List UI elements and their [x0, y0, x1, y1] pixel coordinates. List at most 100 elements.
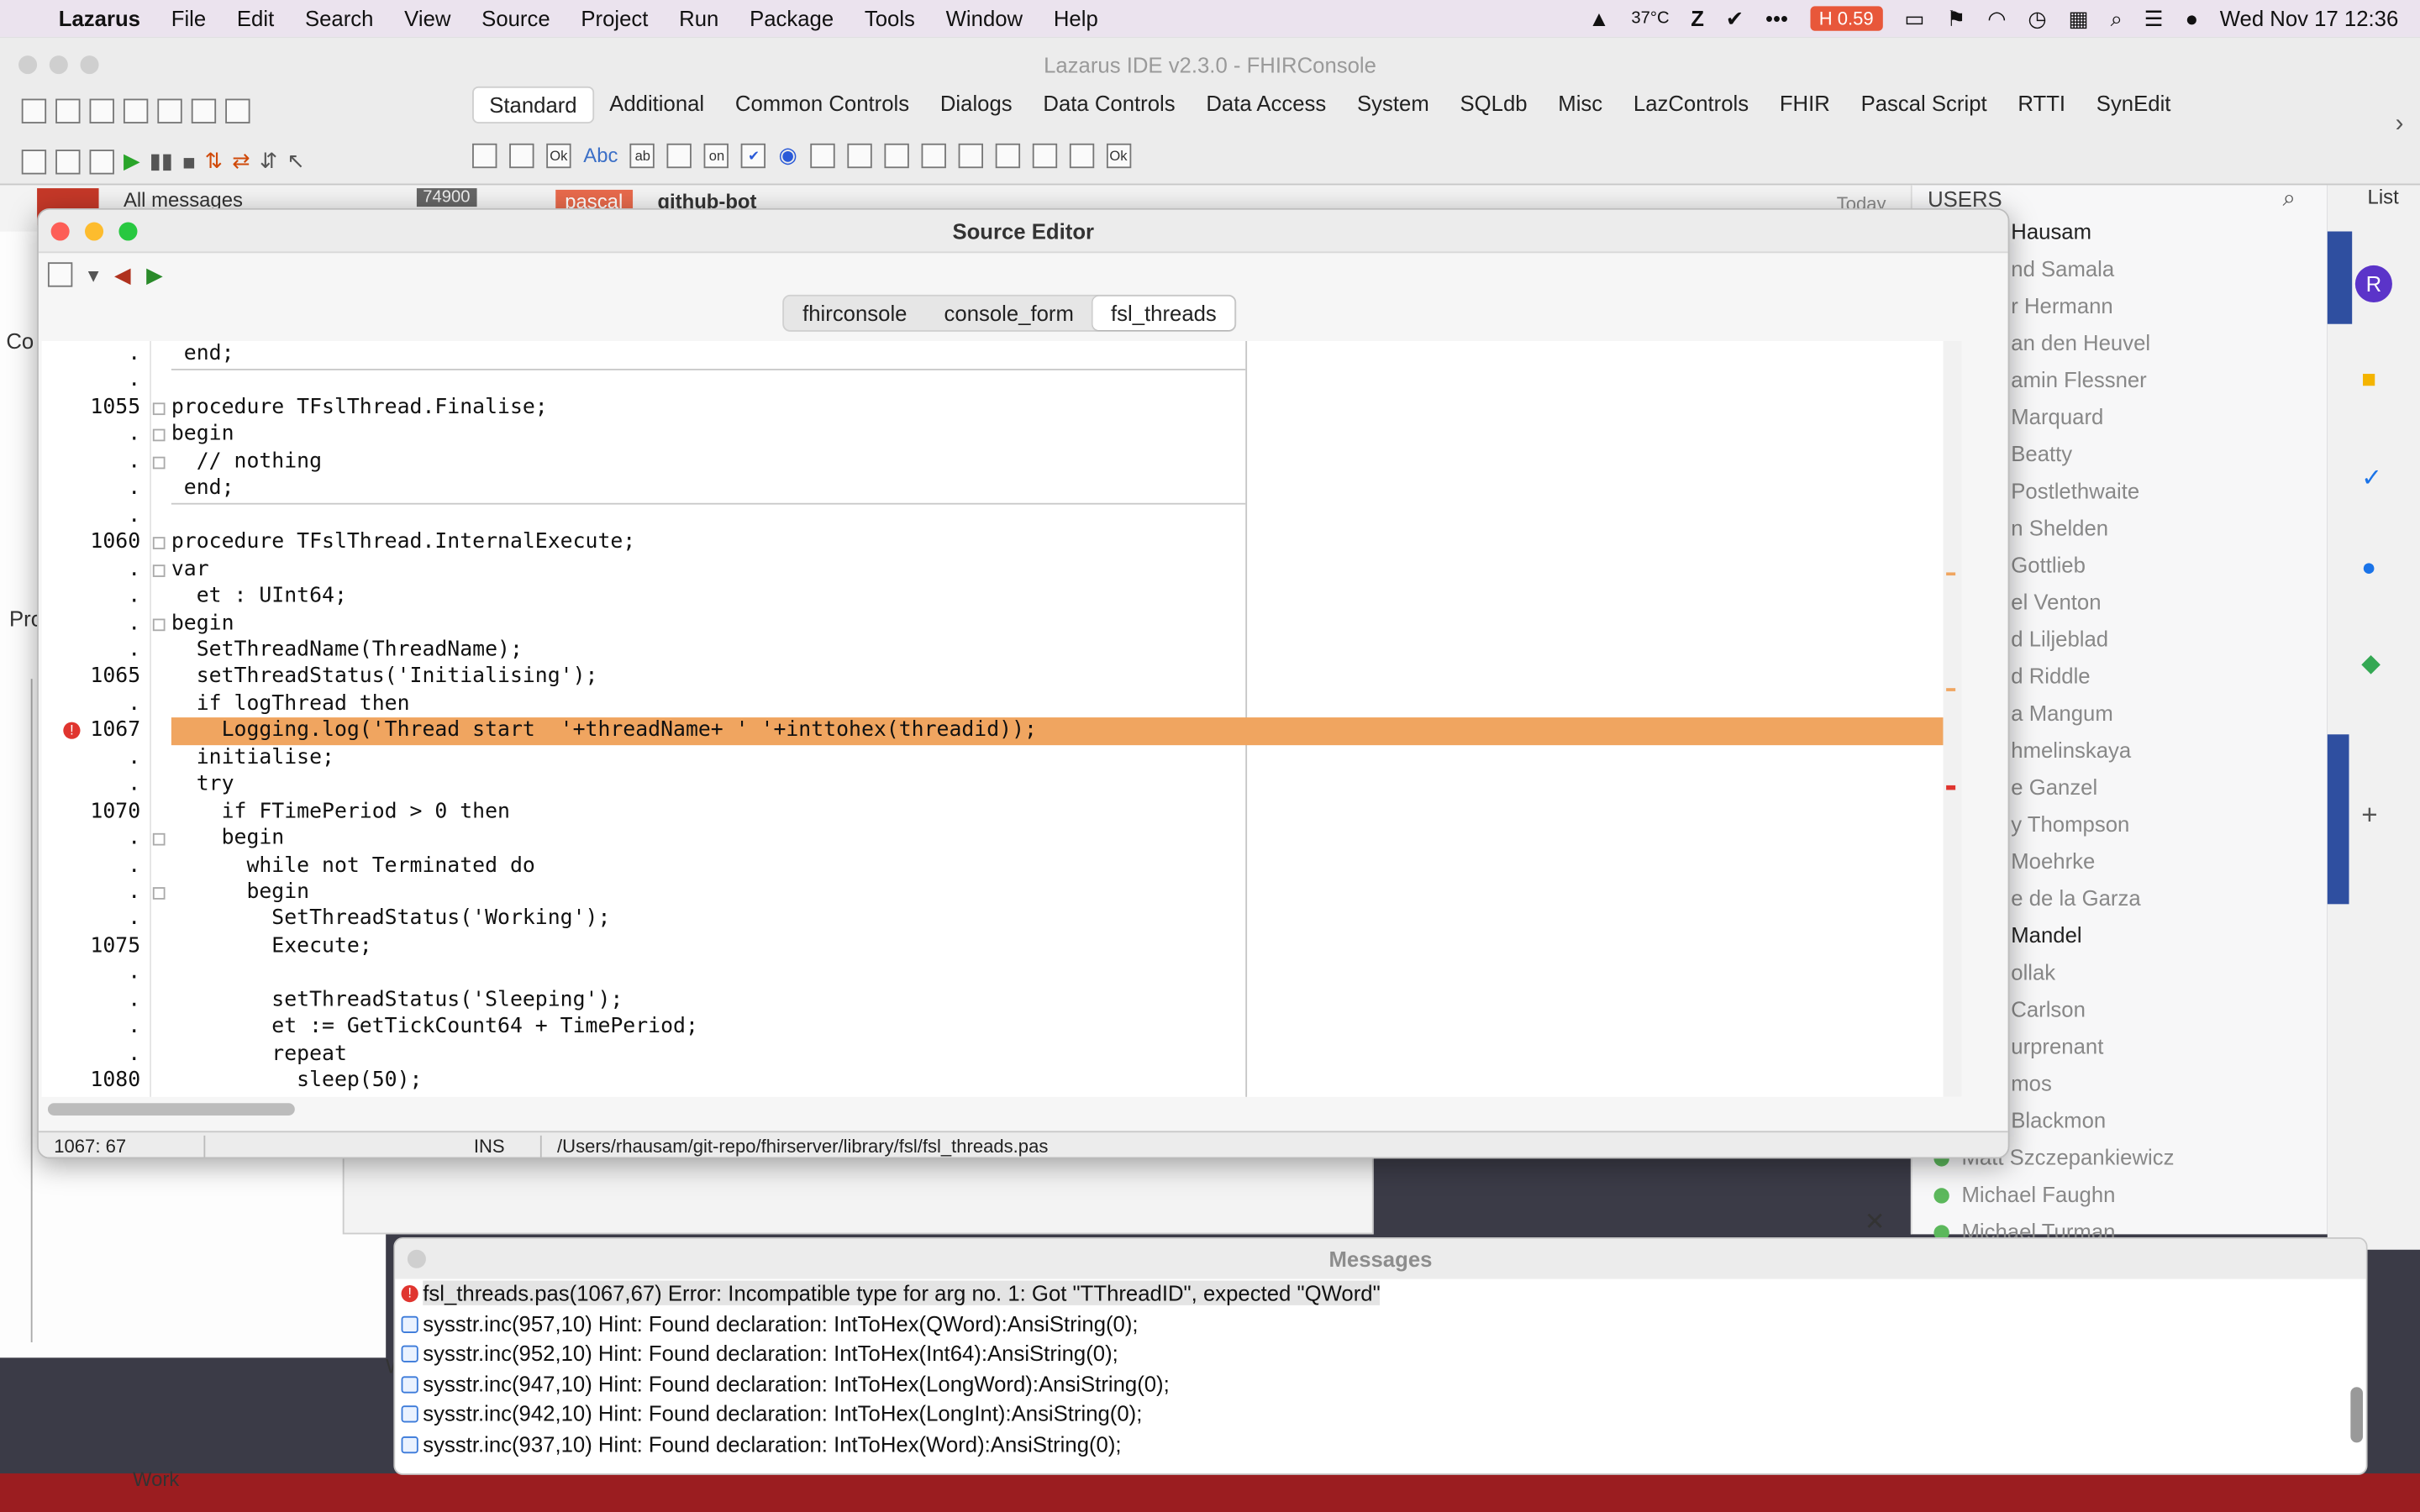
- tab-fhir[interactable]: FHIR: [1764, 87, 1845, 123]
- user-list-item[interactable]: a Mangum: [2011, 701, 2113, 725]
- battery-icon[interactable]: ▭: [1904, 5, 1924, 31]
- keyboard-icon[interactable]: ▦: [2069, 5, 2089, 31]
- step-out-icon[interactable]: ⇵: [260, 148, 278, 174]
- code-line[interactable]: . setThreadStatus('Sleeping');: [42, 987, 1962, 1014]
- tscrollbar-icon[interactable]: [883, 142, 909, 168]
- clock[interactable]: Wed Nov 17 12:36: [2220, 6, 2399, 30]
- code-line[interactable]: . try: [42, 772, 1962, 799]
- code-line[interactable]: . begin: [42, 610, 1962, 637]
- user-list-item[interactable]: Moehrke: [2011, 848, 2095, 873]
- tbutton-icon[interactable]: Ok: [546, 142, 571, 168]
- chevron-down-icon[interactable]: ▾: [88, 262, 99, 288]
- fold-toggle-icon[interactable]: [152, 833, 166, 846]
- tab-data-access[interactable]: Data Access: [1191, 87, 1342, 123]
- search-icon[interactable]: ⌕: [2283, 185, 2296, 211]
- tab-fhirconsole[interactable]: fhirconsole: [784, 297, 925, 330]
- tpanel-icon[interactable]: [1032, 142, 1057, 168]
- code-line[interactable]: . end;: [42, 475, 1962, 502]
- save-icon[interactable]: [123, 98, 149, 123]
- check-icon[interactable]: ✔: [1726, 5, 1744, 31]
- fold-toggle-icon[interactable]: [152, 429, 166, 442]
- code-line[interactable]: 1060 procedure TFslThread.InternalExecute…: [42, 529, 1962, 556]
- menu-help[interactable]: Help: [1038, 6, 1113, 30]
- user-list-item[interactable]: n Shelden: [2011, 515, 2108, 539]
- new-unit-icon[interactable]: [21, 98, 47, 123]
- code-line[interactable]: . if logThread then: [42, 691, 1962, 718]
- menu-window[interactable]: Window: [930, 6, 1038, 30]
- user-list-item[interactable]: y Thompson: [2011, 811, 2129, 836]
- code-line[interactable]: . begin: [42, 826, 1962, 853]
- menu-source[interactable]: Source: [466, 6, 566, 30]
- user-list-item[interactable]: Carlson: [2011, 997, 2086, 1021]
- user-list-item[interactable]: Beatty: [2011, 441, 2072, 465]
- menu-project[interactable]: Project: [566, 6, 664, 30]
- run-icon[interactable]: ▶: [124, 148, 140, 174]
- user-list-item[interactable]: d Liljeblad: [2011, 627, 2108, 651]
- tab-menu-icon[interactable]: [47, 262, 73, 287]
- ttogglebox-icon[interactable]: on: [704, 142, 729, 168]
- tradiobutton-icon[interactable]: ◉: [778, 142, 797, 168]
- user-list-item[interactable]: urprenant: [2011, 1034, 2103, 1058]
- tab-console-form[interactable]: console_form: [925, 297, 1092, 330]
- back-icon[interactable]: ◀: [114, 262, 131, 288]
- hint-message[interactable]: sysstr.inc(937,10) Hint: Found declarati…: [395, 1431, 2366, 1461]
- hint-message[interactable]: sysstr.inc(952,10) Hint: Found declarati…: [395, 1340, 2366, 1370]
- code-line[interactable]: . begin: [42, 879, 1962, 906]
- pointer-tool-icon[interactable]: ↖: [287, 148, 305, 174]
- user-list-item[interactable]: e de la Garza: [2011, 885, 2140, 910]
- save-all-icon[interactable]: [157, 98, 182, 123]
- toggle-form-icon[interactable]: [191, 98, 217, 123]
- maps-icon[interactable]: ◆: [2361, 648, 2381, 679]
- app-status-icon[interactable]: ▲: [1588, 6, 1609, 30]
- pause-icon[interactable]: ▮▮: [150, 148, 173, 174]
- horizontal-scrollbar[interactable]: [47, 1103, 295, 1116]
- menu-package[interactable]: Package: [734, 6, 850, 30]
- error-message[interactable]: ! fsl_threads.pas(1067,67) Error: Incompa…: [395, 1278, 2366, 1310]
- user-list-item[interactable]: amin Flessner: [2011, 367, 2146, 391]
- tframe-icon[interactable]: [1069, 142, 1094, 168]
- wifi-icon[interactable]: ◠: [1987, 5, 2006, 31]
- menu-view[interactable]: View: [389, 6, 466, 30]
- view-toggle-icon[interactable]: [55, 149, 81, 174]
- open-icon[interactable]: [89, 98, 114, 123]
- new-form-icon[interactable]: [55, 98, 81, 123]
- tab-standard[interactable]: Standard: [472, 86, 594, 123]
- side-tab[interactable]: [2327, 734, 2349, 905]
- control-center-icon[interactable]: ☰: [2144, 5, 2164, 31]
- user-list-item[interactable]: Postlethwaite: [2011, 478, 2139, 502]
- code-line[interactable]: 1065 setThreadStatus('Initialising');: [42, 664, 1962, 691]
- code-line[interactable]: 1067! Logging.log('Thread start '+thread…: [42, 717, 1962, 745]
- user-list-item[interactable]: Gottlieb: [2011, 553, 2086, 577]
- user-list-item[interactable]: nd Samala: [2011, 256, 2114, 281]
- flag-icon[interactable]: ⚑: [1946, 5, 1965, 31]
- code-line[interactable]: 1080 sleep(50);: [42, 1068, 1962, 1095]
- tab-data-controls[interactable]: Data Controls: [1028, 87, 1191, 123]
- hint-message[interactable]: sysstr.inc(947,10) Hint: Found declarati…: [395, 1370, 2366, 1400]
- tab-synedit[interactable]: SynEdit: [2081, 87, 2186, 123]
- code-line[interactable]: . et := GetTickCount64 + TimePeriod;: [42, 1014, 1962, 1041]
- fold-toggle-icon[interactable]: [152, 564, 166, 577]
- menu-run[interactable]: Run: [664, 6, 734, 30]
- view-forms-icon[interactable]: [21, 149, 47, 174]
- user-list-item[interactable]: Marquard: [2011, 404, 2103, 428]
- code-line[interactable]: .: [42, 960, 1962, 987]
- editor-minimize-button[interactable]: [85, 222, 104, 241]
- tgroupbox-icon[interactable]: [920, 142, 946, 168]
- tedit-icon[interactable]: ab: [630, 142, 655, 168]
- chevron-right-icon[interactable]: ›: [2396, 111, 2404, 139]
- user-list-item[interactable]: Mandel: [2011, 922, 2081, 947]
- code-line[interactable]: . var: [42, 556, 1962, 583]
- tab-dialogs[interactable]: Dialogs: [924, 87, 1028, 123]
- insert-mode[interactable]: INS: [459, 1135, 542, 1158]
- code-line[interactable]: 1055 procedure TFslThread.Finalise;: [42, 395, 1962, 422]
- code-line[interactable]: 1070 if FTimePeriod > 0 then: [42, 799, 1962, 826]
- code-line[interactable]: . SetThreadName(ThreadName);: [42, 637, 1962, 664]
- tcheckgroup-icon[interactable]: [995, 142, 1020, 168]
- user-list-item[interactable]: ollak: [2011, 959, 2055, 984]
- tcombobox-icon[interactable]: [846, 142, 872, 168]
- messages-close-button[interactable]: [407, 1249, 426, 1268]
- step-over-icon[interactable]: ⇄: [232, 148, 250, 174]
- work-label[interactable]: Work: [133, 1467, 179, 1491]
- avatar[interactable]: R: [2354, 265, 2392, 303]
- more-icon[interactable]: •••: [1765, 6, 1788, 30]
